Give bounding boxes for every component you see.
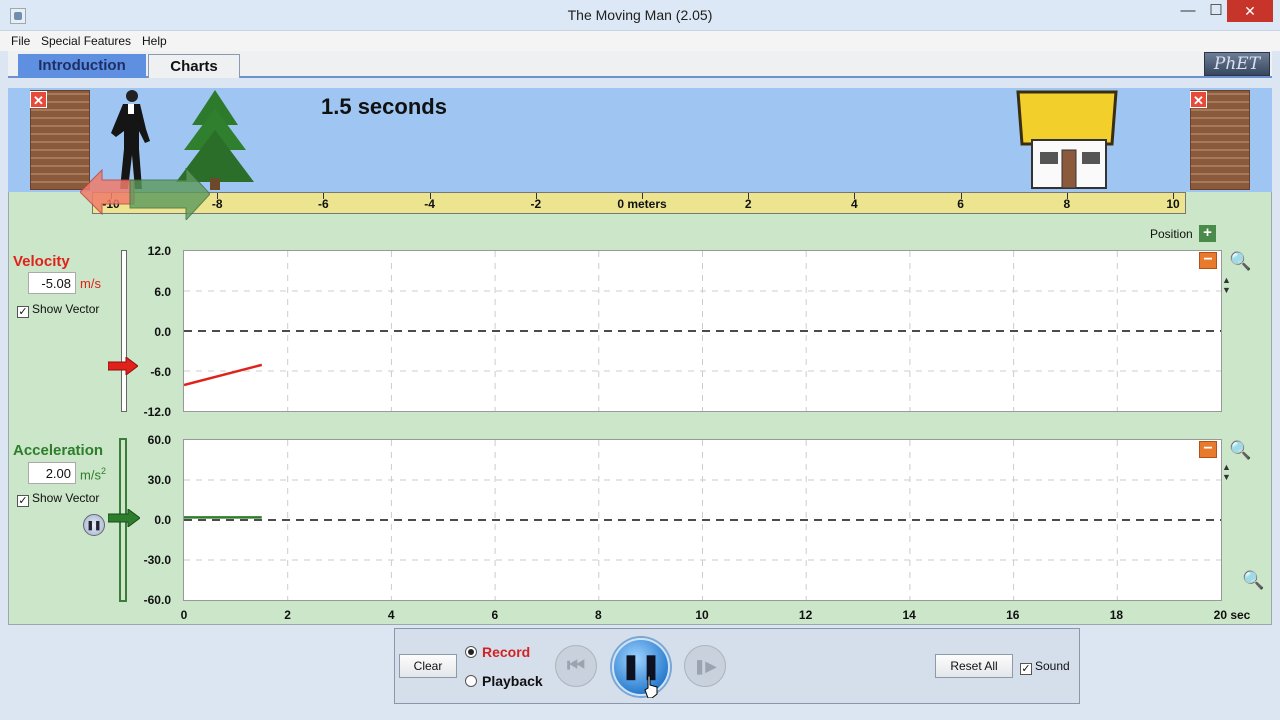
acceleration-show-vector-checkbox[interactable]: ✓ Show Vector <box>17 491 99 507</box>
x-tick-label: 18 <box>1109 608 1124 622</box>
window-titlebar: The Moving Man (2.05) — ☐ ✕ <box>0 0 1280 31</box>
ruler-label: -6 <box>318 197 329 211</box>
reset-all-button[interactable]: Reset All <box>935 654 1013 678</box>
horizontal-zoom-icon[interactable]: 🔍 <box>1242 570 1264 591</box>
velocity-ytick: 12.0 <box>147 244 171 258</box>
acceleration-hide-chart-button[interactable]: − <box>1199 441 1217 458</box>
velocity-zoom-arrows-icon[interactable]: ▲ ▼ <box>1222 275 1231 295</box>
menu-bar: File Special Features Help <box>0 31 1280 51</box>
pause-button[interactable]: ❚❚ <box>612 638 670 696</box>
acceleration-ytick: 0.0 <box>154 513 171 527</box>
close-window-button[interactable]: ✕ <box>1227 0 1273 22</box>
velocity-show-vector-checkmark[interactable]: ✓ <box>17 306 29 318</box>
ruler-label: 4 <box>851 197 858 211</box>
velocity-value-field[interactable]: -5.08 <box>28 272 76 294</box>
velocity-chart-plot <box>184 251 1221 411</box>
acceleration-zoom-in-icon[interactable]: 🔍 <box>1229 440 1251 461</box>
phet-logo[interactable]: PhET <box>1204 52 1270 76</box>
ruler-label: 8 <box>1063 197 1071 211</box>
velocity-zoom-in-icon[interactable]: 🔍 <box>1229 251 1251 272</box>
ruler-label: -4 <box>424 197 435 211</box>
acceleration-ytick: -30.0 <box>143 553 171 567</box>
acceleration-unit: m/s2 <box>80 466 106 483</box>
ruler-label: -2 <box>530 197 542 211</box>
sound-label: Sound <box>1035 659 1070 673</box>
sound-checkbox[interactable]: ✓ Sound <box>1020 659 1070 675</box>
ruler-label: -8 <box>211 197 223 211</box>
acceleration-title: Acceleration <box>13 442 104 459</box>
acceleration-ytick: -60.0 <box>143 593 171 607</box>
velocity-ytick: -6.0 <box>150 365 171 379</box>
tab-charts[interactable]: Charts <box>148 54 240 78</box>
acceleration-pause-icon[interactable]: ❚❚ <box>83 514 105 536</box>
playback-label: Playback <box>482 673 543 689</box>
clear-button[interactable]: Clear <box>399 654 457 678</box>
acceleration-ytick: 60.0 <box>147 433 171 447</box>
velocity-unit: m/s <box>80 276 101 291</box>
x-tick-label: 0 <box>180 608 188 622</box>
x-tick-label: 2 <box>284 608 291 622</box>
velocity-ytick: 6.0 <box>154 285 171 299</box>
position-chart-label: Position <box>1150 227 1193 241</box>
velocity-ytick: 0.0 <box>154 325 171 339</box>
x-tick-label: 12 <box>798 608 813 622</box>
window-title: The Moving Man (2.05) <box>567 7 713 23</box>
remove-left-wall-button[interactable]: ✕ <box>30 91 47 108</box>
acceleration-vector-arrow <box>129 168 210 220</box>
position-ruler: -10-8-6-4-20 meters246810 <box>92 192 1186 214</box>
menu-file[interactable]: File <box>11 34 30 48</box>
step-forward-button[interactable]: ❚▶ <box>684 645 726 687</box>
ruler-label: 6 <box>957 197 964 211</box>
remove-right-wall-button[interactable]: ✕ <box>1190 91 1207 108</box>
velocity-chart[interactable] <box>183 250 1222 412</box>
sound-checkmark[interactable]: ✓ <box>1020 663 1032 675</box>
playback-radio-dot[interactable] <box>465 675 477 687</box>
velocity-show-vector-checkbox[interactable]: ✓ Show Vector <box>17 302 99 318</box>
x-tick-label: 14 <box>902 608 916 622</box>
acceleration-chart-plot <box>184 440 1221 600</box>
rewind-button[interactable]: ⏮ <box>555 645 597 687</box>
acceleration-zoom-arrows-icon[interactable]: ▲ ▼ <box>1222 462 1231 482</box>
tab-introduction[interactable]: Introduction <box>18 54 146 78</box>
x-tick-label: 4 <box>387 608 395 622</box>
velocity-series-line <box>184 363 263 387</box>
velocity-show-vector-label: Show Vector <box>32 302 100 316</box>
velocity-hide-chart-button[interactable]: − <box>1199 252 1217 269</box>
acceleration-value-field[interactable]: 2.00 <box>28 462 76 484</box>
ruler-label: 10 <box>1166 197 1180 211</box>
ruler-label: 0 meters <box>617 197 667 211</box>
acceleration-show-vector-checkmark[interactable]: ✓ <box>17 495 29 507</box>
velocity-ytick: -12.0 <box>143 405 171 419</box>
record-label: Record <box>482 644 531 660</box>
show-position-chart-button[interactable]: + <box>1199 225 1216 242</box>
x-tick-label: 20 sec <box>1213 608 1251 622</box>
playback-radio[interactable]: Playback <box>465 673 543 689</box>
velocity-title: Velocity <box>13 253 70 270</box>
menu-special-features[interactable]: Special Features <box>41 34 131 48</box>
menu-help[interactable]: Help <box>142 34 167 48</box>
house <box>1016 90 1118 189</box>
tab-bar: Introduction Charts PhET <box>8 51 1272 78</box>
ruler-label: 2 <box>744 197 752 211</box>
mouse-cursor-icon <box>644 676 658 698</box>
acceleration-ytick: 30.0 <box>147 473 171 487</box>
x-tick-label: 6 <box>491 608 499 622</box>
acceleration-chart[interactable] <box>183 439 1222 601</box>
record-radio[interactable]: Record <box>465 644 530 660</box>
record-radio-dot[interactable] <box>465 646 477 658</box>
time-readout: 1.5 seconds <box>321 94 447 119</box>
x-tick-label: 10 <box>695 608 709 622</box>
acceleration-show-vector-label: Show Vector <box>32 491 100 505</box>
x-tick-label: 8 <box>595 608 602 622</box>
x-tick-label: 16 <box>1006 608 1020 622</box>
